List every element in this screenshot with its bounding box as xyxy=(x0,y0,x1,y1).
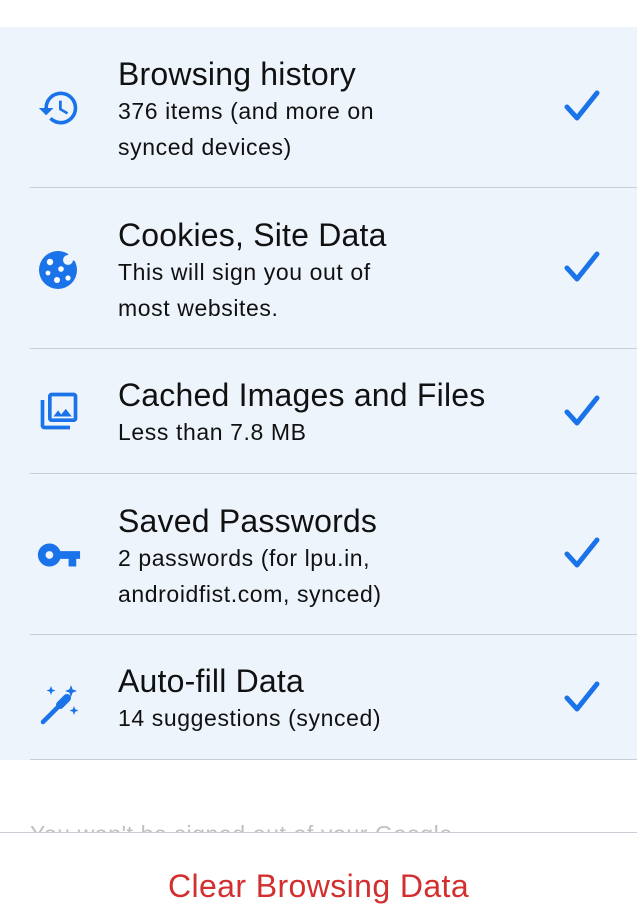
data-type-list: Browsing history 376 items (and more on … xyxy=(0,27,637,760)
checkmark-icon xyxy=(564,251,600,282)
checkmark-icon xyxy=(564,90,600,121)
checkmark-icon xyxy=(564,681,600,712)
row-subtitle-line: 2 passwords (for lpu.in, xyxy=(118,545,371,571)
list-item-autofill-data[interactable]: Auto-fill Data 14 suggestions (synced) xyxy=(0,635,637,760)
row-title: Saved Passwords xyxy=(118,503,378,539)
cookie-icon xyxy=(36,246,82,292)
magic-wand-icon xyxy=(36,681,82,727)
row-subtitle-line: 14 suggestions (synced) xyxy=(118,705,382,731)
row-title: Auto-fill Data xyxy=(118,663,304,699)
row-subtitle: Less than 7.8 MB xyxy=(118,414,527,450)
row-subtitle: 2 passwords (for lpu.in, androidfist.com… xyxy=(118,540,527,612)
row-divider xyxy=(30,759,637,760)
row-subtitle-line: Less than 7.8 MB xyxy=(118,419,307,445)
row-text: Saved Passwords 2 passwords (for lpu.in,… xyxy=(118,502,527,612)
clear-browsing-data-button[interactable]: Clear Browsing Data xyxy=(0,866,637,906)
row-text: Cookies, Site Data This will sign you ou… xyxy=(118,216,527,326)
image-stack-icon xyxy=(36,388,82,434)
list-item-cached-images-files[interactable]: Cached Images and Files Less than 7.8 MB xyxy=(0,349,637,474)
row-title: Browsing history xyxy=(118,56,356,92)
row-title: Cached Images and Files xyxy=(118,377,486,413)
history-icon xyxy=(36,85,82,131)
row-text: Cached Images and Files Less than 7.8 MB xyxy=(118,376,527,450)
row-subtitle: 376 items (and more on synced devices) xyxy=(118,93,527,165)
row-subtitle-line: This will sign you out of xyxy=(118,259,371,285)
row-subtitle: This will sign you out of most websites. xyxy=(118,254,527,326)
row-subtitle: 14 suggestions (synced) xyxy=(118,700,527,736)
row-subtitle-line: synced devices) xyxy=(118,134,292,160)
bottom-toolbar: Clear Browsing Data xyxy=(0,832,637,915)
checkmark-icon xyxy=(564,537,600,568)
row-text: Browsing history 376 items (and more on … xyxy=(118,55,527,165)
list-item-saved-passwords[interactable]: Saved Passwords 2 passwords (for lpu.in,… xyxy=(0,474,637,635)
row-text: Auto-fill Data 14 suggestions (synced) xyxy=(118,662,527,736)
row-subtitle-line: androidfist.com, synced) xyxy=(118,581,382,607)
key-icon xyxy=(36,532,82,578)
clear-browsing-data-screen: Browsing history 376 items (and more on … xyxy=(0,0,637,915)
checkmark-icon xyxy=(564,395,600,426)
list-item-browsing-history[interactable]: Browsing history 376 items (and more on … xyxy=(0,27,637,188)
row-subtitle-line: 376 items (and more on xyxy=(118,98,375,124)
row-title: Cookies, Site Data xyxy=(118,217,387,253)
row-subtitle-line: most websites. xyxy=(118,295,279,321)
list-item-cookies-site-data[interactable]: Cookies, Site Data This will sign you ou… xyxy=(0,188,637,349)
